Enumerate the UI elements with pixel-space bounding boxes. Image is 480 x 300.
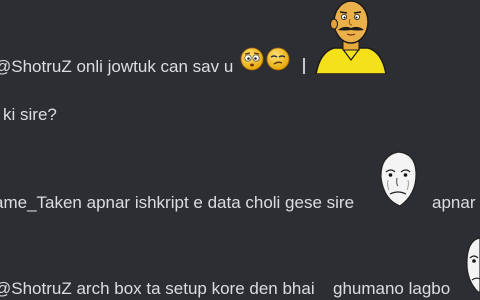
message-text: ki sire? <box>3 105 57 124</box>
message-text: ame_Taken apnar ishkript e data choli ge… <box>0 193 355 212</box>
mustache-man-icon <box>315 0 387 74</box>
message-text: @ShotruZ onli jowtuk can sav u <box>0 57 234 76</box>
sad-face-meme-icon <box>380 151 417 207</box>
message-text: @ShotruZ arch box ta setup kore den bhai <box>0 279 315 298</box>
text-cursor <box>303 58 305 74</box>
message-tail-text: ghumano lagbo <box>333 279 451 298</box>
confused-face-icon <box>266 47 290 71</box>
message-tail-text: apnar <box>432 193 476 212</box>
worried-face-icon <box>240 47 264 71</box>
sad-face-meme-icon <box>466 237 480 293</box>
